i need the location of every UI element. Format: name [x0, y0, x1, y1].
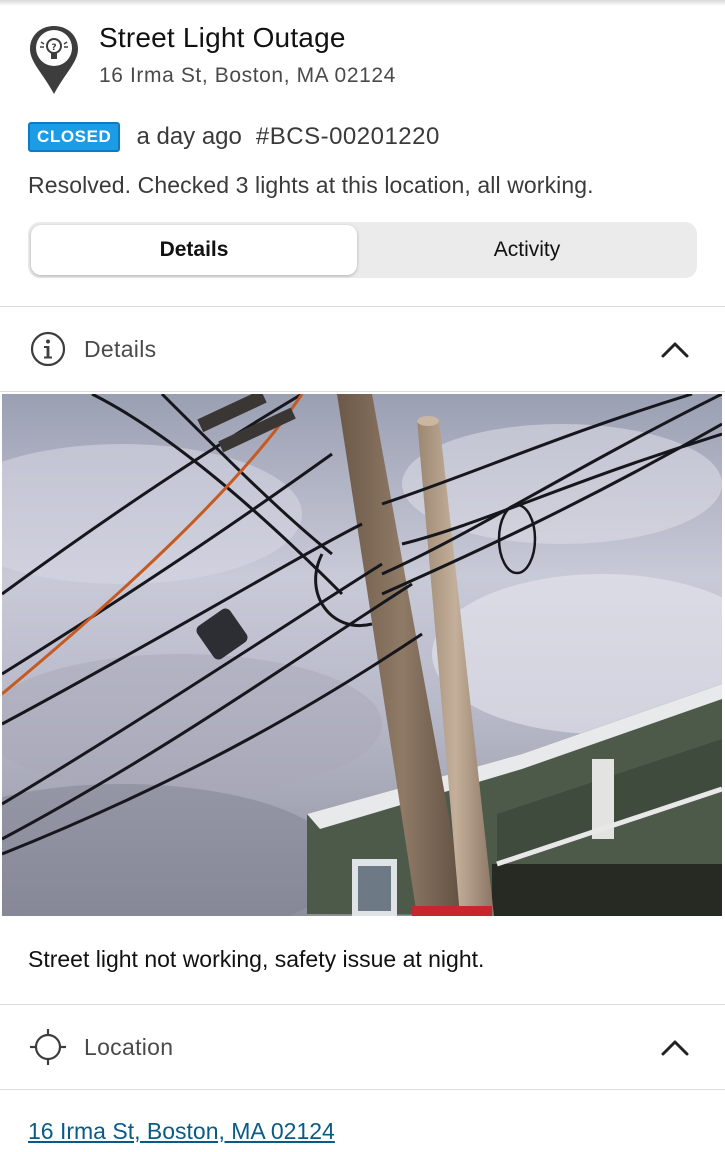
crosshair-icon — [30, 1029, 66, 1065]
ticket-id: #BCS-00201220 — [255, 123, 440, 150]
status-row: CLOSED a day ago #BCS-00201220 — [28, 121, 440, 153]
chevron-up-icon[interactable] — [660, 339, 690, 359]
location-section-header[interactable]: Location — [0, 1005, 725, 1089]
page-title: Street Light Outage — [99, 22, 346, 53]
divider — [0, 391, 725, 392]
tab-details[interactable]: Details — [31, 225, 357, 275]
location-address-link[interactable]: 16 Irma St, Boston, MA 02124 — [28, 1118, 335, 1145]
chevron-up-icon[interactable] — [660, 1037, 690, 1057]
location-section-label: Location — [84, 1033, 174, 1060]
status-badge: CLOSED — [28, 122, 121, 152]
info-icon — [30, 331, 66, 367]
svg-text:?: ? — [51, 43, 56, 53]
resolution-note: Resolved. Checked 3 lights at this locat… — [28, 172, 594, 198]
streetlight-pin-icon: ? — [30, 26, 78, 94]
divider — [0, 1089, 725, 1090]
tab-activity[interactable]: Activity — [359, 225, 695, 275]
report-description: Street light not working, safety issue a… — [28, 946, 485, 972]
tab-bar: Details Activity — [28, 222, 697, 278]
report-detail-page: ? Street Light Outage 16 Irma St, Boston… — [0, 0, 725, 1152]
header-address: 16 Irma St, Boston, MA 02124 — [99, 64, 396, 87]
report-photo[interactable] — [2, 394, 722, 916]
details-section-label: Details — [84, 335, 157, 362]
time-ago: a day ago — [136, 123, 242, 150]
details-section-header[interactable]: Details — [0, 307, 725, 391]
report-header: ? Street Light Outage 16 Irma St, Boston… — [28, 22, 708, 94]
top-shadow — [0, 0, 725, 6]
